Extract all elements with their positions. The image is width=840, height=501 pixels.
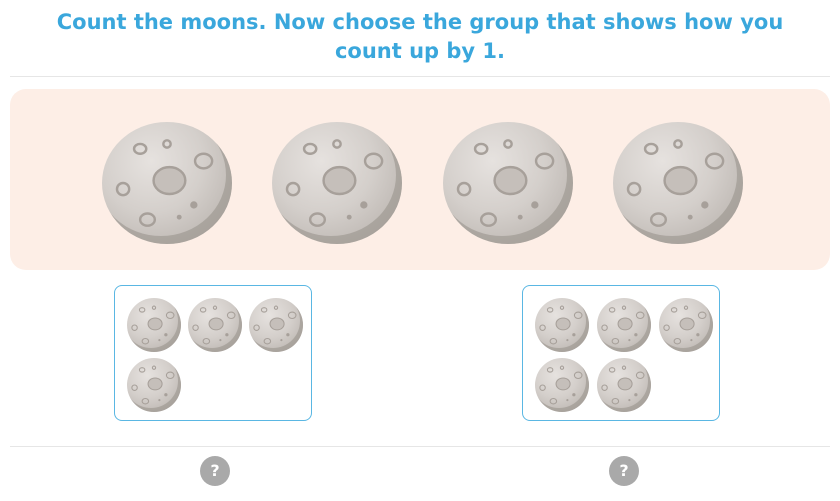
moon-icon [102,122,232,244]
moon-icon [272,122,402,244]
moon-craters [601,305,645,345]
moon-icon [188,298,242,352]
prompt-moon-group [10,89,830,270]
moon-craters [456,139,555,227]
bottom-divider [10,446,830,447]
moon-craters [115,139,214,227]
moon-craters [539,365,583,405]
moon-icon [597,358,651,412]
moon-icon [659,298,713,352]
moon-icon [127,298,181,352]
hint-button-1[interactable]: ? [200,456,230,486]
answer-choice-2[interactable] [522,285,720,421]
moon-icon [613,122,743,244]
moon-icon [597,298,651,352]
moon-craters [601,365,645,405]
moon-icon [127,358,181,412]
moon-craters [192,305,236,345]
moon-craters [253,305,297,345]
moon-craters [663,305,707,345]
moon-icon [249,298,303,352]
moon-craters [131,305,175,345]
moon-icon [535,298,589,352]
moon-craters [626,139,725,227]
hint-button-2[interactable]: ? [609,456,639,486]
moon-craters [131,365,175,405]
moon-craters [539,305,583,345]
moon-icon [535,358,589,412]
moon-craters [285,139,384,227]
moon-icon [443,122,573,244]
question-text: Count the moons. Now choose the group th… [56,10,784,63]
top-divider [10,76,830,77]
answer-choice-1[interactable] [114,285,312,421]
